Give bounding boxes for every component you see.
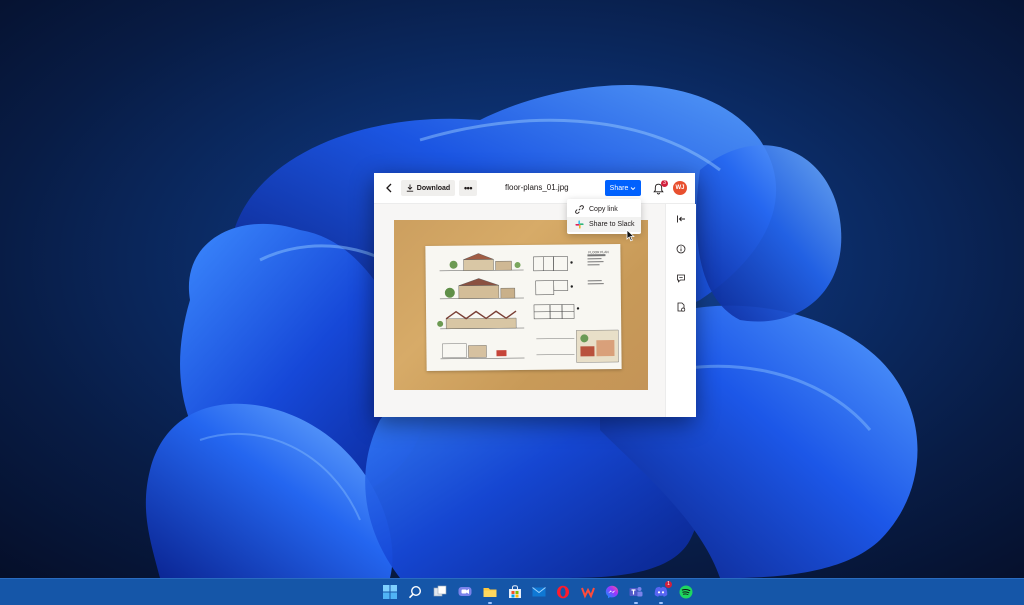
file-activity-button[interactable] [674,300,688,314]
spotify-icon [679,585,693,599]
sheet-tag-text: FLOOR PLAN [588,250,609,254]
link-icon [575,205,585,214]
download-icon [406,184,413,192]
taskbar-discord[interactable]: 1 [653,581,672,604]
collapse-panel-icon [677,215,685,223]
mail-icon [532,587,546,597]
taskbar-search[interactable] [407,584,423,600]
avatar[interactable]: WJ [673,181,687,195]
mouse-cursor-icon [626,229,635,242]
copy-link-label: Copy link [589,206,618,213]
taskbar-messenger[interactable] [604,584,620,600]
start-icon [383,585,397,599]
taskbar-office[interactable] [580,584,596,600]
more-label: ••• [464,183,472,193]
menu-item-copy-link[interactable]: Copy link [567,202,641,217]
info-button[interactable] [674,242,688,256]
back-button[interactable] [383,182,395,194]
comment-icon [677,274,685,283]
share-label: Share [609,184,629,192]
file-preview-window: Download ••• floor-plans_01.jpg Share 3 … [374,173,696,417]
messenger-icon [605,585,619,599]
taskbar-start[interactable] [382,584,398,600]
taskbar-mail[interactable] [531,584,547,600]
download-label: Download [416,184,451,192]
taskbar-spotify[interactable] [678,584,694,600]
collapse-panel-button[interactable] [674,212,688,226]
more-options-button[interactable]: ••• [459,180,477,196]
running-indicator [634,602,638,604]
plan-sheet: FLOOR PLAN [425,243,622,372]
avatar-initials: WJ [675,185,685,191]
discord-badge: 1 [665,581,672,588]
image-preview-area: FLOOR PLAN [374,204,665,417]
preview-toolbar: Download ••• floor-plans_01.jpg Share 3 … [374,173,695,204]
download-button[interactable]: Download [401,180,455,196]
info-icon [676,244,686,254]
floor-plan-photo[interactable]: FLOOR PLAN [394,220,648,390]
running-indicator [659,602,663,604]
taskbar-file-explorer[interactable] [482,584,498,604]
taskbar-chat[interactable] [457,584,473,600]
taskbar-opera[interactable] [555,584,571,600]
slack-icon [575,220,585,229]
store-icon [509,585,521,598]
share-to-slack-label: Share to Slack [589,221,635,228]
file-explorer-icon [483,588,497,597]
taskbar: 1 [0,578,1024,605]
file-name-title: floor-plans_01.jpg [505,183,569,192]
notifications-button[interactable]: 3 [653,180,668,195]
opera-icon [557,585,569,599]
chat-icon [458,587,472,596]
teams-icon [629,587,643,597]
taskbar-task-view[interactable] [432,584,448,600]
chevron-down-icon [631,186,636,190]
share-button[interactable]: Share [605,180,641,196]
running-indicator [488,602,492,604]
comments-button[interactable] [674,271,688,285]
chevron-left-icon [386,183,392,193]
file-activity-icon [677,302,686,312]
side-rail [665,204,696,417]
notification-badge: 3 [661,180,668,187]
task-view-icon [433,585,447,597]
office-icon [581,587,595,599]
taskbar-teams[interactable] [628,584,644,604]
search-icon [408,585,422,599]
taskbar-store[interactable] [507,584,523,600]
